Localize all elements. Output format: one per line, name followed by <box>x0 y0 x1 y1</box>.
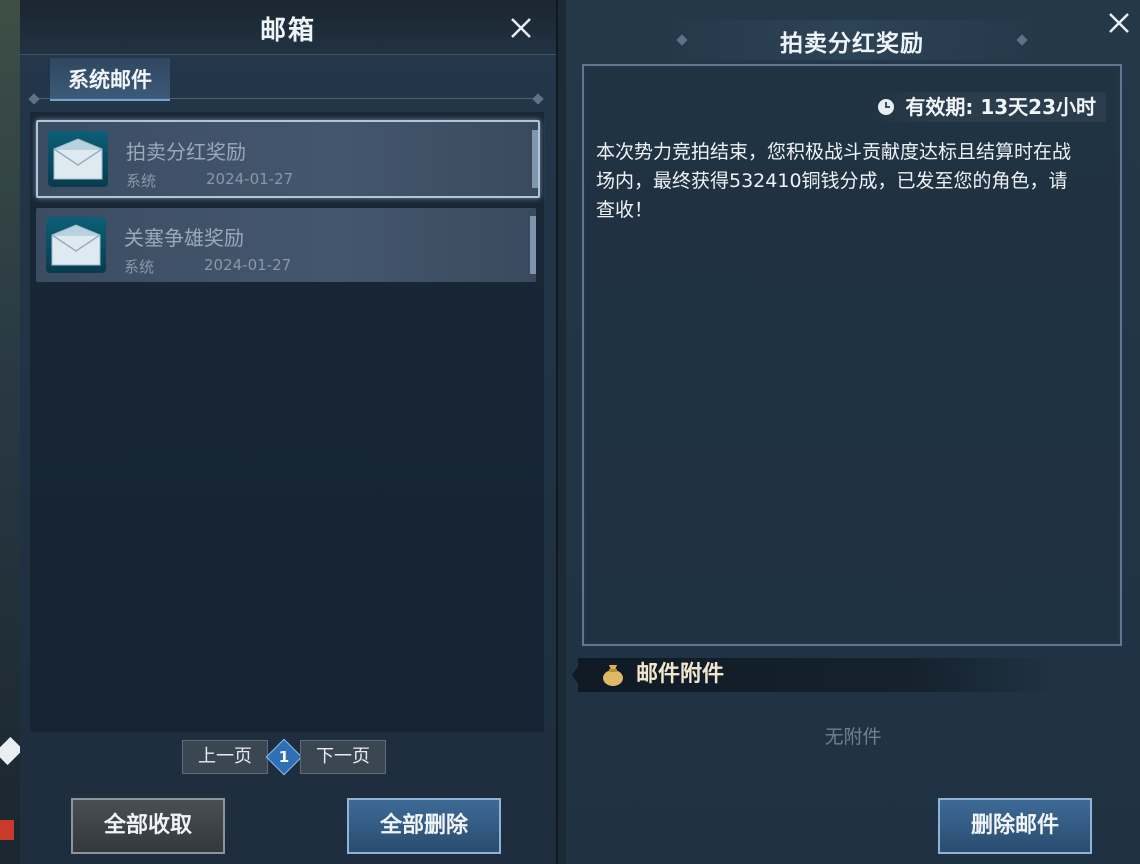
mail-list-item[interactable]: 关塞争雄奖励 系统 2024-01-27 <box>36 208 536 282</box>
money-bag-icon <box>603 665 623 686</box>
close-icon <box>1109 13 1129 33</box>
divider-ornament <box>28 93 40 105</box>
mail-date: 2024-01-27 <box>204 256 292 274</box>
mail-detail-panel: 拍卖分红奖励 有效期: 13天23小时 本次势力竞拍结束，您积极战斗贡献度达标且… <box>566 0 1140 864</box>
validity-text: 有效期: 13天23小时 <box>905 95 1096 119</box>
next-page-button[interactable]: 下一页 <box>300 740 386 774</box>
envelope-icon <box>48 131 108 187</box>
mail-title: 拍卖分红奖励 <box>126 140 246 164</box>
background-decoration <box>0 820 14 840</box>
selection-edge <box>532 130 538 188</box>
mail-sender: 系统 <box>126 172 157 190</box>
mail-date: 2024-01-27 <box>206 170 294 188</box>
mail-body: 本次势力竞拍结束，您积极战斗贡献度达标且结算时在战场内，最终获得532410铜钱… <box>596 141 1072 221</box>
tab-system-mail[interactable]: 系统邮件 <box>50 58 170 101</box>
mail-title: 关塞争雄奖励 <box>124 226 244 250</box>
detail-title-bar: 拍卖分红奖励 <box>672 20 1032 60</box>
close-icon <box>511 18 531 38</box>
close-detail-button[interactable] <box>1104 8 1134 38</box>
divider-ornament <box>532 93 544 105</box>
envelope-icon <box>46 217 106 273</box>
mail-sender: 系统 <box>124 258 155 276</box>
page-number: 1 <box>278 748 290 766</box>
mail-list-item[interactable]: 拍卖分红奖励 系统 2024-01-27 <box>36 120 540 198</box>
validity-badge: 有效期: 13天23小时 <box>867 92 1106 122</box>
tab-divider <box>34 98 540 99</box>
no-attachment-text: 无附件 <box>824 726 882 748</box>
close-mailbox-button[interactable] <box>506 13 536 43</box>
detail-title: 拍卖分红奖励 <box>780 31 924 57</box>
delete-all-button[interactable]: 全部删除 <box>347 798 501 854</box>
prev-page-button[interactable]: 上一页 <box>182 740 268 774</box>
mailbox-title: 邮箱 <box>259 16 316 46</box>
attachment-label: 邮件附件 <box>636 662 725 687</box>
mail-list: 拍卖分红奖励 系统 2024-01-27 关塞争雄奖励 系统 2024-01-2… <box>30 112 544 732</box>
delete-mail-button[interactable]: 删除邮件 <box>938 798 1092 854</box>
clock-icon <box>878 99 895 115</box>
collect-all-button[interactable]: 全部收取 <box>71 798 225 854</box>
page-indicator: 1 <box>265 738 303 776</box>
mailbox-panel: 邮箱 系统邮件 拍卖分红奖励 系统 2024-01-27 关塞争雄奖励 系统 2… <box>20 0 558 864</box>
item-edge <box>530 216 536 274</box>
mailbox-header: 邮箱 <box>20 0 556 55</box>
background-strip <box>0 0 24 864</box>
